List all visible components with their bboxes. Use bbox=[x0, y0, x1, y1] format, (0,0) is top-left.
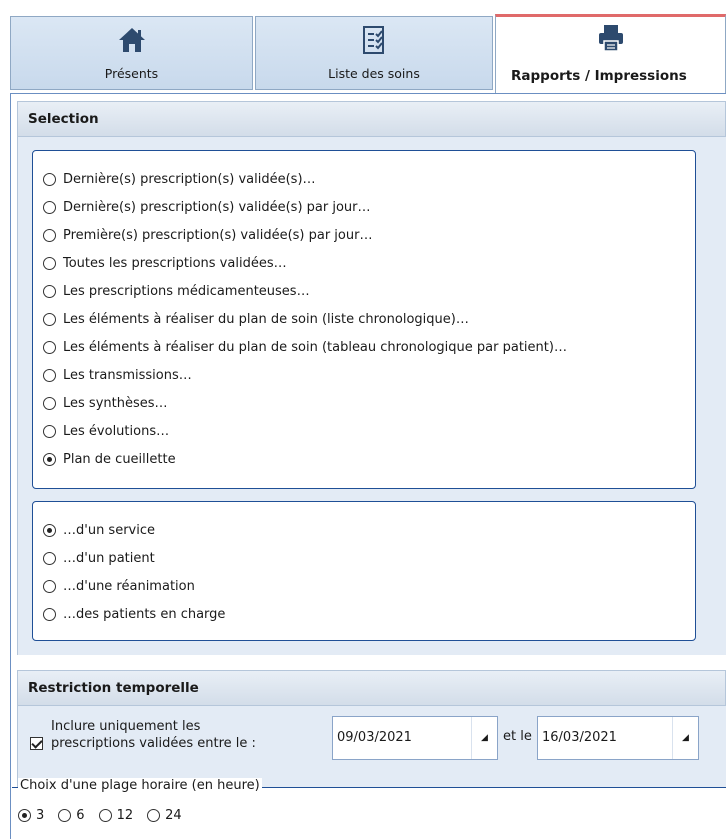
date-to-dropdown-icon[interactable]: ◢ bbox=[672, 717, 698, 759]
radio-syntheses[interactable]: Les synthèses… bbox=[43, 392, 168, 414]
hour-options-row: 3 6 12 24 bbox=[18, 808, 182, 823]
between-label: et le bbox=[503, 729, 532, 744]
hour-option-label: 3 bbox=[36, 808, 45, 823]
radio-button[interactable] bbox=[43, 551, 56, 565]
include-validated-checkbox[interactable] bbox=[30, 737, 43, 750]
tab-rapports-impressions[interactable]: Rapports / Impressions bbox=[495, 14, 726, 94]
radio-des-patients-en-charge[interactable]: …des patients en charge bbox=[43, 603, 225, 625]
radio-label: Première(s) prescription(s) validée(s) p… bbox=[63, 227, 373, 243]
radio-button[interactable] bbox=[43, 368, 56, 382]
radio-button[interactable] bbox=[43, 452, 56, 466]
radio-button[interactable] bbox=[43, 172, 56, 186]
radio-label: Les prescriptions médicamenteuses… bbox=[63, 283, 310, 299]
radio-button[interactable] bbox=[43, 579, 56, 593]
radio-label: …d'un patient bbox=[63, 550, 155, 566]
hour-range-group: Choix d'une plage horaire (en heure) 3 6… bbox=[12, 778, 726, 839]
radio-premiere-prescription-par-jour[interactable]: Première(s) prescription(s) validée(s) p… bbox=[43, 224, 372, 246]
hour-option-24[interactable]: 24 bbox=[147, 808, 182, 823]
date-to-value: 16/03/2021 bbox=[542, 730, 617, 745]
tab-liste-des-soins-label: Liste des soins bbox=[328, 66, 420, 81]
report-type-group: Dernière(s) prescription(s) validée(s)… … bbox=[32, 150, 696, 489]
radio-button[interactable] bbox=[43, 340, 56, 354]
hour-option-label: 12 bbox=[116, 808, 134, 823]
radio-label: …des patients en charge bbox=[63, 606, 226, 622]
radio-transmissions[interactable]: Les transmissions… bbox=[43, 364, 192, 386]
radio-label: Les transmissions… bbox=[63, 367, 192, 383]
radio-plan-soin-tableau[interactable]: Les éléments à réaliser du plan de soin … bbox=[43, 336, 567, 358]
hour-option-label: 24 bbox=[165, 808, 182, 823]
tab-presents-label: Présents bbox=[104, 66, 159, 81]
radio-button[interactable] bbox=[43, 200, 56, 214]
radio-prescriptions-medicamenteuses[interactable]: Les prescriptions médicamenteuses… bbox=[43, 280, 310, 302]
hour-option-label: 6 bbox=[76, 808, 85, 823]
date-from-value: 09/03/2021 bbox=[337, 730, 412, 745]
radio-button[interactable] bbox=[58, 809, 72, 822]
radio-button[interactable] bbox=[43, 607, 56, 621]
radio-label: Les éléments à réaliser du plan de soin … bbox=[63, 339, 567, 355]
radio-d-un-service[interactable]: …d'un service bbox=[43, 519, 155, 541]
include-label-line2: prescriptions validées entre le : bbox=[51, 736, 256, 751]
radio-evolutions[interactable]: Les évolutions… bbox=[43, 420, 169, 442]
radio-label: …d'un service bbox=[63, 522, 156, 538]
radio-button[interactable] bbox=[43, 228, 56, 242]
radio-button[interactable] bbox=[43, 523, 56, 537]
radio-button[interactable] bbox=[18, 809, 31, 822]
rapports-panel: Selection Dernière(s) prescription(s) va… bbox=[10, 93, 726, 839]
tab-rapports-impressions-label: Rapports / Impressions bbox=[511, 68, 687, 84]
selection-body: Dernière(s) prescription(s) validée(s)… … bbox=[17, 137, 726, 655]
hour-option-3[interactable]: 3 bbox=[18, 808, 44, 823]
radio-plan-de-cueillette[interactable]: Plan de cueillette bbox=[43, 448, 176, 470]
radio-toutes-prescriptions[interactable]: Toutes les prescriptions validées… bbox=[43, 252, 287, 274]
date-to-input[interactable]: 16/03/2021 ◢ bbox=[537, 716, 699, 760]
hour-range-legend: Choix d'une plage horaire (en heure) bbox=[18, 778, 262, 793]
radio-label: Les éléments à réaliser du plan de soin … bbox=[63, 311, 469, 327]
radio-label: …d'une réanimation bbox=[63, 578, 195, 594]
home-icon bbox=[118, 28, 145, 52]
radio-button[interactable] bbox=[43, 284, 56, 298]
restriction-header: Restriction temporelle bbox=[17, 670, 726, 706]
tab-bar: Présents Liste des soins Rapports / Impr… bbox=[0, 0, 726, 95]
radio-label: Toutes les prescriptions validées… bbox=[63, 255, 287, 271]
radio-derniere-prescription[interactable]: Dernière(s) prescription(s) validée(s)… bbox=[43, 168, 316, 190]
date-from-dropdown-icon[interactable]: ◢ bbox=[471, 717, 497, 759]
radio-label: Les évolutions… bbox=[63, 423, 170, 439]
date-from-input[interactable]: 09/03/2021 ◢ bbox=[332, 716, 498, 760]
selection-header: Selection bbox=[17, 101, 726, 137]
hour-option-6[interactable]: 6 bbox=[58, 808, 85, 823]
restriction-body: Inclure uniquement les prescriptions val… bbox=[12, 706, 726, 839]
radio-plan-soin-liste[interactable]: Les éléments à réaliser du plan de soin … bbox=[43, 308, 469, 330]
hour-option-12[interactable]: 12 bbox=[98, 808, 134, 823]
report-scope-group: …d'un service …d'un patient …d'une réani… bbox=[32, 501, 696, 641]
radio-button[interactable] bbox=[43, 312, 56, 326]
radio-label: Dernière(s) prescription(s) validée(s)… bbox=[63, 171, 316, 187]
radio-button[interactable] bbox=[147, 809, 161, 822]
radio-label: Les synthèses… bbox=[63, 395, 168, 411]
radio-label: Dernière(s) prescription(s) validée(s) p… bbox=[63, 199, 371, 215]
radio-button[interactable] bbox=[43, 424, 56, 438]
radio-d-une-reanimation[interactable]: …d'une réanimation bbox=[43, 575, 195, 597]
printer-icon bbox=[598, 25, 623, 52]
selection-title: Selection bbox=[28, 111, 99, 127]
restriction-title: Restriction temporelle bbox=[28, 680, 199, 696]
include-validated-label: Inclure uniquement les prescriptions val… bbox=[51, 718, 256, 752]
radio-label: Plan de cueillette bbox=[63, 451, 176, 467]
radio-button[interactable] bbox=[98, 809, 112, 822]
tab-liste-des-soins[interactable]: Liste des soins bbox=[255, 16, 493, 90]
radio-button[interactable] bbox=[43, 256, 56, 270]
include-label-line1: Inclure uniquement les bbox=[51, 719, 201, 734]
checklist-icon bbox=[363, 26, 384, 54]
tab-presents[interactable]: Présents bbox=[10, 16, 253, 90]
radio-derniere-prescription-par-jour[interactable]: Dernière(s) prescription(s) validée(s) p… bbox=[43, 196, 371, 218]
radio-button[interactable] bbox=[43, 396, 56, 410]
radio-d-un-patient[interactable]: …d'un patient bbox=[43, 547, 155, 569]
reports-window: Présents Liste des soins Rapports / Impr… bbox=[0, 0, 726, 839]
